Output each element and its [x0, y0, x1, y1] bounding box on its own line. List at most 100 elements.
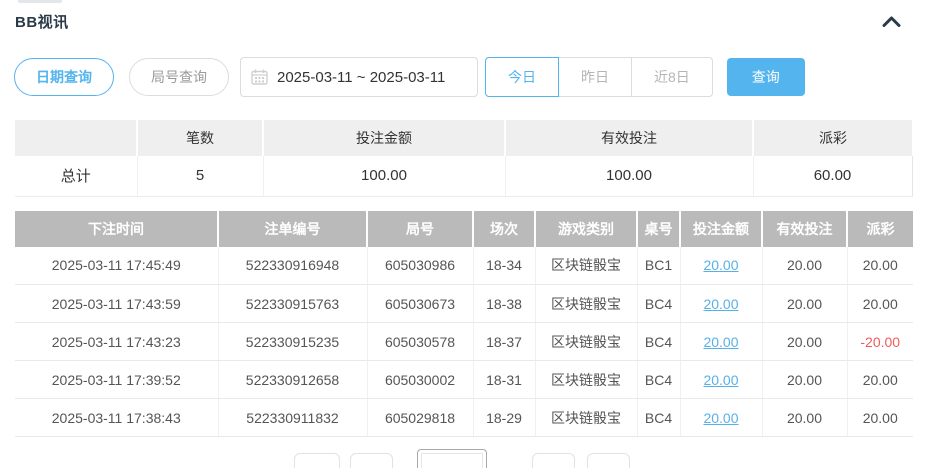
- cell-order-number: 522330912658: [218, 361, 367, 399]
- cell-bet-time: 2025-03-11 17:43:59: [15, 285, 218, 323]
- cell-session: 18-31: [473, 361, 535, 399]
- bet-amount-link[interactable]: 20.00: [703, 257, 738, 273]
- quick-range-group: 今日 昨日 近8日: [485, 57, 713, 97]
- summary-total-valid-bet: 100.00: [505, 156, 753, 196]
- collapse-button[interactable]: [878, 12, 904, 32]
- summary-table: 笔数 投注金额 有效投注 派彩 总计 5 100.00 100.00 60.00: [15, 120, 913, 197]
- cell-valid-bet: 20.00: [762, 247, 847, 285]
- records-header-row: 下注时间 注单编号 局号 场次 游戏类别 桌号 投注金额 有效投注 派彩: [15, 211, 913, 247]
- cell-order-number: 522330916948: [218, 247, 367, 285]
- summary-header-row: 笔数 投注金额 有效投注 派彩: [15, 120, 912, 156]
- summary-total-bet-amount: 100.00: [263, 156, 505, 196]
- cell-payout: 20.00: [847, 247, 913, 285]
- cell-session: 18-38: [473, 285, 535, 323]
- records-header-valid-bet: 有效投注: [762, 211, 847, 247]
- tab-round-query[interactable]: 局号查询: [129, 58, 229, 96]
- record-row: 2025-03-11 17:43:23522330915235605030578…: [15, 323, 913, 361]
- pagination-page-select-inner: [421, 453, 483, 468]
- cell-bet-time: 2025-03-11 17:43:23: [15, 323, 218, 361]
- cell-valid-bet: 20.00: [762, 361, 847, 399]
- cell-game-type: 区块链骰宝: [535, 285, 637, 323]
- summary-header-count: 笔数: [137, 120, 263, 156]
- chevron-up-icon: [882, 16, 901, 27]
- record-row: 2025-03-11 17:45:49522330916948605030986…: [15, 247, 913, 285]
- cell-table-number: BC1: [637, 247, 680, 285]
- range-yesterday-button[interactable]: 昨日: [558, 57, 632, 97]
- cell-round-number: 605030578: [367, 323, 473, 361]
- bet-amount-link[interactable]: 20.00: [703, 296, 738, 312]
- cell-session: 18-29: [473, 399, 535, 437]
- pagination-page-select[interactable]: [417, 449, 487, 468]
- summary-header-payout: 派彩: [753, 120, 912, 156]
- pagination-first-button[interactable]: [294, 453, 340, 468]
- cell-bet-time: 2025-03-11 17:45:49: [15, 247, 218, 285]
- pagination-next-button[interactable]: [532, 453, 575, 468]
- cell-round-number: 605030673: [367, 285, 473, 323]
- bet-amount-link[interactable]: 20.00: [703, 372, 738, 388]
- summary-total-payout: 60.00: [753, 156, 912, 196]
- cell-bet-time: 2025-03-11 17:39:52: [15, 361, 218, 399]
- cell-table-number: BC4: [637, 285, 680, 323]
- records-header-payout: 派彩: [847, 211, 913, 247]
- cell-game-type: 区块链骰宝: [535, 247, 637, 285]
- cell-bet-amount: 20.00: [680, 399, 762, 437]
- cell-payout: 20.00: [847, 399, 913, 437]
- summary-total-label: 总计: [15, 156, 137, 196]
- cell-valid-bet: 20.00: [762, 285, 847, 323]
- pagination-prev-button[interactable]: [350, 453, 393, 468]
- summary-total-row: 总计 5 100.00 100.00 60.00: [15, 156, 912, 196]
- cell-round-number: 605030986: [367, 247, 473, 285]
- date-range-input[interactable]: 2025-03-11 ~ 2025-03-11: [240, 57, 478, 97]
- records-header-table-number: 桌号: [637, 211, 680, 247]
- calendar-icon: [251, 69, 268, 85]
- cell-valid-bet: 20.00: [762, 399, 847, 437]
- record-row: 2025-03-11 17:38:43522330911832605029818…: [15, 399, 913, 437]
- cell-payout: 20.00: [847, 285, 913, 323]
- cell-round-number: 605030002: [367, 361, 473, 399]
- cell-bet-time: 2025-03-11 17:38:43: [15, 399, 218, 437]
- top-edge-fragment: [18, 0, 62, 3]
- cell-game-type: 区块链骰宝: [535, 399, 637, 437]
- cell-table-number: BC4: [637, 323, 680, 361]
- cell-table-number: BC4: [637, 399, 680, 437]
- cell-round-number: 605029818: [367, 399, 473, 437]
- cell-order-number: 522330911832: [218, 399, 367, 437]
- cell-payout: -20.00: [847, 323, 913, 361]
- cell-game-type: 区块链骰宝: [535, 323, 637, 361]
- record-row: 2025-03-11 17:43:59522330915763605030673…: [15, 285, 913, 323]
- cell-session: 18-34: [473, 247, 535, 285]
- cell-session: 18-37: [473, 323, 535, 361]
- cell-valid-bet: 20.00: [762, 323, 847, 361]
- cell-bet-amount: 20.00: [680, 361, 762, 399]
- range-last8days-button[interactable]: 近8日: [631, 57, 713, 97]
- summary-header-bet-amount: 投注金额: [263, 120, 505, 156]
- summary-header-empty: [15, 120, 137, 156]
- cell-payout: 20.00: [847, 361, 913, 399]
- range-today-button[interactable]: 今日: [485, 57, 559, 97]
- cell-bet-amount: 20.00: [680, 247, 762, 285]
- search-button[interactable]: 查询: [727, 58, 805, 96]
- panel-title: BB视讯: [15, 11, 69, 32]
- cell-order-number: 522330915763: [218, 285, 367, 323]
- bb-video-panel: BB视讯 日期查询 局号查询 2025-03-11 ~ 2025-03-11: [0, 0, 945, 468]
- records-table: 下注时间 注单编号 局号 场次 游戏类别 桌号 投注金额 有效投注 派彩 202…: [15, 211, 913, 438]
- date-range-value: 2025-03-11 ~ 2025-03-11: [277, 69, 445, 86]
- records-header-round-number: 局号: [367, 211, 473, 247]
- cell-table-number: BC4: [637, 361, 680, 399]
- cell-game-type: 区块链骰宝: [535, 361, 637, 399]
- records-header-session: 场次: [473, 211, 535, 247]
- record-row: 2025-03-11 17:39:52522330912658605030002…: [15, 361, 913, 399]
- cell-bet-amount: 20.00: [680, 323, 762, 361]
- records-tbody: 2025-03-11 17:45:49522330916948605030986…: [15, 247, 913, 437]
- tab-date-query[interactable]: 日期查询: [14, 58, 114, 96]
- panel-header: BB视讯: [0, 0, 945, 32]
- cell-order-number: 522330915235: [218, 323, 367, 361]
- pagination-last-button[interactable]: [587, 453, 630, 468]
- bet-amount-link[interactable]: 20.00: [703, 410, 738, 426]
- records-header-bet-time: 下注时间: [15, 211, 218, 247]
- summary-total-count: 5: [137, 156, 263, 196]
- cell-bet-amount: 20.00: [680, 285, 762, 323]
- query-toolbar: 日期查询 局号查询 2025-03-11 ~ 2025-03-11 今日 昨日 …: [14, 57, 945, 97]
- records-header-game-type: 游戏类别: [535, 211, 637, 247]
- bet-amount-link[interactable]: 20.00: [703, 334, 738, 350]
